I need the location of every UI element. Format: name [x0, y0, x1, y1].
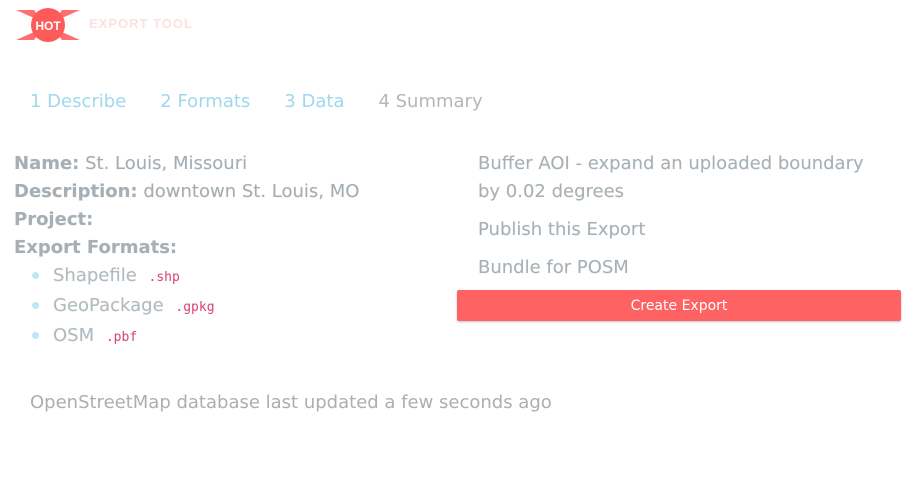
export-summary: Name: St. Louis, Missouri Description: d… — [14, 150, 434, 352]
logo-text: HOT — [35, 19, 61, 33]
database-status: OpenStreetMap database last updated a fe… — [30, 392, 552, 413]
project-row: Project: — [14, 206, 434, 234]
format-extension: .shp — [148, 270, 180, 285]
description-value: downtown St. Louis, MO — [143, 181, 360, 202]
publish-export-option[interactable]: Publish this Export — [478, 216, 888, 244]
list-item: GeoPackage .gpkg — [32, 292, 434, 322]
name-value: St. Louis, Missouri — [85, 153, 248, 174]
tab-summary[interactable]: 4 Summary — [378, 91, 482, 112]
wizard-steps: 1 Describe 2 Formats 3 Data 4 Summary — [30, 91, 517, 112]
formats-label: Export Formats: — [14, 237, 178, 258]
format-extension: .gpkg — [175, 300, 215, 315]
format-name: GeoPackage — [53, 295, 164, 316]
tab-describe[interactable]: 1 Describe — [30, 91, 126, 112]
create-export-button[interactable]: Create Export — [457, 290, 901, 321]
name-row: Name: St. Louis, Missouri — [14, 150, 434, 178]
format-name: Shapefile — [53, 265, 137, 286]
hot-logo-icon: HOT — [16, 8, 80, 42]
name-label: Name: — [14, 153, 80, 174]
list-item: OSM .pbf — [32, 322, 434, 352]
formats-row: Export Formats: — [14, 234, 434, 262]
hot-logo[interactable]: HOT — [16, 6, 80, 44]
bullet-icon — [32, 332, 39, 339]
buffer-aoi-option[interactable]: Buffer AOI - expand an uploaded boundary… — [478, 150, 888, 206]
description-label: Description: — [14, 181, 138, 202]
format-list: Shapefile .shp GeoPackage .gpkg OSM .pbf — [14, 262, 434, 352]
bullet-icon — [32, 272, 39, 279]
bullet-icon — [32, 302, 39, 309]
bundle-posm-option[interactable]: Bundle for POSM — [478, 254, 888, 282]
export-options: Buffer AOI - expand an uploaded boundary… — [478, 150, 888, 292]
tab-formats[interactable]: 2 Formats — [160, 91, 250, 112]
list-item: Shapefile .shp — [32, 262, 434, 292]
description-row: Description: downtown St. Louis, MO — [14, 178, 434, 206]
tab-data[interactable]: 3 Data — [284, 91, 344, 112]
project-label: Project: — [14, 209, 94, 230]
format-extension: .pbf — [105, 330, 138, 345]
brand-name: EXPORT TOOL — [89, 16, 193, 31]
format-name: OSM — [53, 325, 95, 346]
